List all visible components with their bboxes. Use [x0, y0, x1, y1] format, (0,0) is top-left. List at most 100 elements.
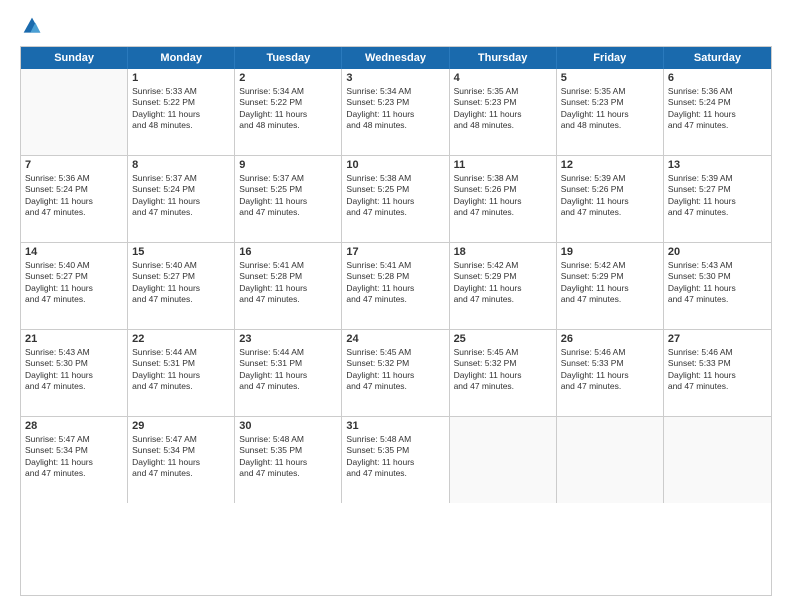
cell-info: Sunrise: 5:40 AM Sunset: 5:27 PM Dayligh… [132, 260, 230, 306]
cell-info: Sunrise: 5:40 AM Sunset: 5:27 PM Dayligh… [25, 260, 123, 306]
cell-info: Sunrise: 5:47 AM Sunset: 5:34 PM Dayligh… [132, 434, 230, 480]
calendar-cell: 22 Sunrise: 5:44 AM Sunset: 5:31 PM Dayli… [128, 330, 235, 416]
calendar-cell: 16 Sunrise: 5:41 AM Sunset: 5:28 PM Dayli… [235, 243, 342, 329]
calendar-cell: 23Sunrise: 5:44 AM Sunset: 5:31 PM Dayli… [235, 330, 342, 416]
calendar-cell: 28 Sunrise: 5:47 AM Sunset: 5:34 PM Dayli… [21, 417, 128, 503]
calendar-cell: 4Sunrise: 5:35 AM Sunset: 5:23 PM Daylig… [450, 69, 557, 155]
cell-info: Sunrise: 5:41 AM Sunset: 5:28 PM Dayligh… [346, 260, 444, 306]
calendar-cell: 25 Sunrise: 5:45 AM Sunset: 5:32 PM Dayli… [450, 330, 557, 416]
calendar-row-0: 1 Sunrise: 5:33 AM Sunset: 5:22 PM Daylig… [21, 69, 771, 156]
header-day-wednesday: Wednesday [342, 47, 449, 69]
calendar-cell: 3 Sunrise: 5:34 AM Sunset: 5:23 PM Daylig… [342, 69, 449, 155]
cell-info: Sunrise: 5:45 AM Sunset: 5:32 PM Dayligh… [346, 347, 444, 393]
day-number: 24 [346, 333, 444, 345]
cell-info: Sunrise: 5:38 AM Sunset: 5:26 PM Dayligh… [454, 173, 552, 219]
cell-info: Sunrise: 5:45 AM Sunset: 5:32 PM Dayligh… [454, 347, 552, 393]
day-number: 28 [25, 420, 123, 432]
calendar-cell: 19 Sunrise: 5:42 AM Sunset: 5:29 PM Dayli… [557, 243, 664, 329]
day-number: 31 [346, 420, 444, 432]
calendar-cell: 15 Sunrise: 5:40 AM Sunset: 5:27 PM Dayli… [128, 243, 235, 329]
day-number: 29 [132, 420, 230, 432]
header-day-thursday: Thursday [450, 47, 557, 69]
cell-info: Sunrise: 5:44 AM Sunset: 5:31 PM Dayligh… [132, 347, 230, 393]
cell-info: Sunrise: 5:46 AM Sunset: 5:33 PM Dayligh… [561, 347, 659, 393]
calendar-cell: 13 Sunrise: 5:39 AM Sunset: 5:27 PM Dayli… [664, 156, 771, 242]
day-number: 7 [25, 159, 123, 171]
logo [20, 16, 42, 36]
day-number: 19 [561, 246, 659, 258]
header-day-monday: Monday [128, 47, 235, 69]
cell-info: Sunrise: 5:34 AM Sunset: 5:22 PM Dayligh… [239, 86, 337, 132]
cell-info: Sunrise: 5:34 AM Sunset: 5:23 PM Dayligh… [346, 86, 444, 132]
calendar-body: 1 Sunrise: 5:33 AM Sunset: 5:22 PM Daylig… [21, 69, 771, 503]
day-number: 15 [132, 246, 230, 258]
calendar-row-2: 14 Sunrise: 5:40 AM Sunset: 5:27 PM Dayli… [21, 243, 771, 330]
calendar-cell: 31 Sunrise: 5:48 AM Sunset: 5:35 PM Dayli… [342, 417, 449, 503]
calendar-cell: 9 Sunrise: 5:37 AM Sunset: 5:25 PM Daylig… [235, 156, 342, 242]
day-number: 4 [454, 72, 552, 84]
calendar-cell: 7 Sunrise: 5:36 AM Sunset: 5:24 PM Daylig… [21, 156, 128, 242]
calendar-cell: 27 Sunrise: 5:46 AM Sunset: 5:33 PM Dayli… [664, 330, 771, 416]
calendar-cell [450, 417, 557, 503]
calendar-cell: 11 Sunrise: 5:38 AM Sunset: 5:26 PM Dayli… [450, 156, 557, 242]
day-number: 8 [132, 159, 230, 171]
cell-info: Sunrise: 5:43 AM Sunset: 5:30 PM Dayligh… [668, 260, 767, 306]
header-day-tuesday: Tuesday [235, 47, 342, 69]
calendar-cell: 2 Sunrise: 5:34 AM Sunset: 5:22 PM Daylig… [235, 69, 342, 155]
calendar-row-4: 28 Sunrise: 5:47 AM Sunset: 5:34 PM Dayli… [21, 417, 771, 503]
day-number: 22 [132, 333, 230, 345]
day-number: 11 [454, 159, 552, 171]
calendar-cell: 8 Sunrise: 5:37 AM Sunset: 5:24 PM Daylig… [128, 156, 235, 242]
calendar-cell: 1 Sunrise: 5:33 AM Sunset: 5:22 PM Daylig… [128, 69, 235, 155]
cell-info: Sunrise: 5:39 AM Sunset: 5:27 PM Dayligh… [668, 173, 767, 219]
day-number: 3 [346, 72, 444, 84]
day-number: 5 [561, 72, 659, 84]
page: SundayMondayTuesdayWednesdayThursdayFrid… [0, 0, 792, 612]
cell-info: Sunrise: 5:42 AM Sunset: 5:29 PM Dayligh… [454, 260, 552, 306]
cell-info: Sunrise: 5:42 AM Sunset: 5:29 PM Dayligh… [561, 260, 659, 306]
calendar-row-1: 7 Sunrise: 5:36 AM Sunset: 5:24 PM Daylig… [21, 156, 771, 243]
day-number: 14 [25, 246, 123, 258]
cell-info: Sunrise: 5:36 AM Sunset: 5:24 PM Dayligh… [668, 86, 767, 132]
cell-info: Sunrise: 5:46 AM Sunset: 5:33 PM Dayligh… [668, 347, 767, 393]
cell-info: Sunrise: 5:41 AM Sunset: 5:28 PM Dayligh… [239, 260, 337, 306]
calendar-cell: 29 Sunrise: 5:47 AM Sunset: 5:34 PM Dayli… [128, 417, 235, 503]
cell-info: Sunrise: 5:33 AM Sunset: 5:22 PM Dayligh… [132, 86, 230, 132]
cell-info: Sunrise: 5:36 AM Sunset: 5:24 PM Dayligh… [25, 173, 123, 219]
cell-info: Sunrise: 5:39 AM Sunset: 5:26 PM Dayligh… [561, 173, 659, 219]
cell-info: Sunrise: 5:37 AM Sunset: 5:24 PM Dayligh… [132, 173, 230, 219]
calendar-header: SundayMondayTuesdayWednesdayThursdayFrid… [21, 47, 771, 69]
cell-info: Sunrise: 5:38 AM Sunset: 5:25 PM Dayligh… [346, 173, 444, 219]
day-number: 2 [239, 72, 337, 84]
calendar-cell: 20 Sunrise: 5:43 AM Sunset: 5:30 PM Dayli… [664, 243, 771, 329]
day-number: 10 [346, 159, 444, 171]
day-number: 23 [239, 333, 337, 345]
day-number: 9 [239, 159, 337, 171]
day-number: 25 [454, 333, 552, 345]
calendar-cell [557, 417, 664, 503]
logo-icon [22, 16, 42, 36]
calendar-cell [664, 417, 771, 503]
calendar-cell [21, 69, 128, 155]
header-day-saturday: Saturday [664, 47, 771, 69]
day-number: 6 [668, 72, 767, 84]
cell-info: Sunrise: 5:48 AM Sunset: 5:35 PM Dayligh… [346, 434, 444, 480]
calendar-cell: 14 Sunrise: 5:40 AM Sunset: 5:27 PM Dayli… [21, 243, 128, 329]
cell-info: Sunrise: 5:43 AM Sunset: 5:30 PM Dayligh… [25, 347, 123, 393]
cell-info: Sunrise: 5:47 AM Sunset: 5:34 PM Dayligh… [25, 434, 123, 480]
calendar-cell: 24 Sunrise: 5:45 AM Sunset: 5:32 PM Dayli… [342, 330, 449, 416]
header-day-sunday: Sunday [21, 47, 128, 69]
calendar-cell: 26Sunrise: 5:46 AM Sunset: 5:33 PM Dayli… [557, 330, 664, 416]
day-number: 13 [668, 159, 767, 171]
day-number: 27 [668, 333, 767, 345]
calendar-cell: 10 Sunrise: 5:38 AM Sunset: 5:25 PM Dayli… [342, 156, 449, 242]
day-number: 12 [561, 159, 659, 171]
cell-info: Sunrise: 5:37 AM Sunset: 5:25 PM Dayligh… [239, 173, 337, 219]
day-number: 20 [668, 246, 767, 258]
header [20, 16, 772, 36]
calendar-cell: 30Sunrise: 5:48 AM Sunset: 5:35 PM Dayli… [235, 417, 342, 503]
day-number: 16 [239, 246, 337, 258]
day-number: 1 [132, 72, 230, 84]
calendar-cell: 18Sunrise: 5:42 AM Sunset: 5:29 PM Dayli… [450, 243, 557, 329]
cell-info: Sunrise: 5:48 AM Sunset: 5:35 PM Dayligh… [239, 434, 337, 480]
